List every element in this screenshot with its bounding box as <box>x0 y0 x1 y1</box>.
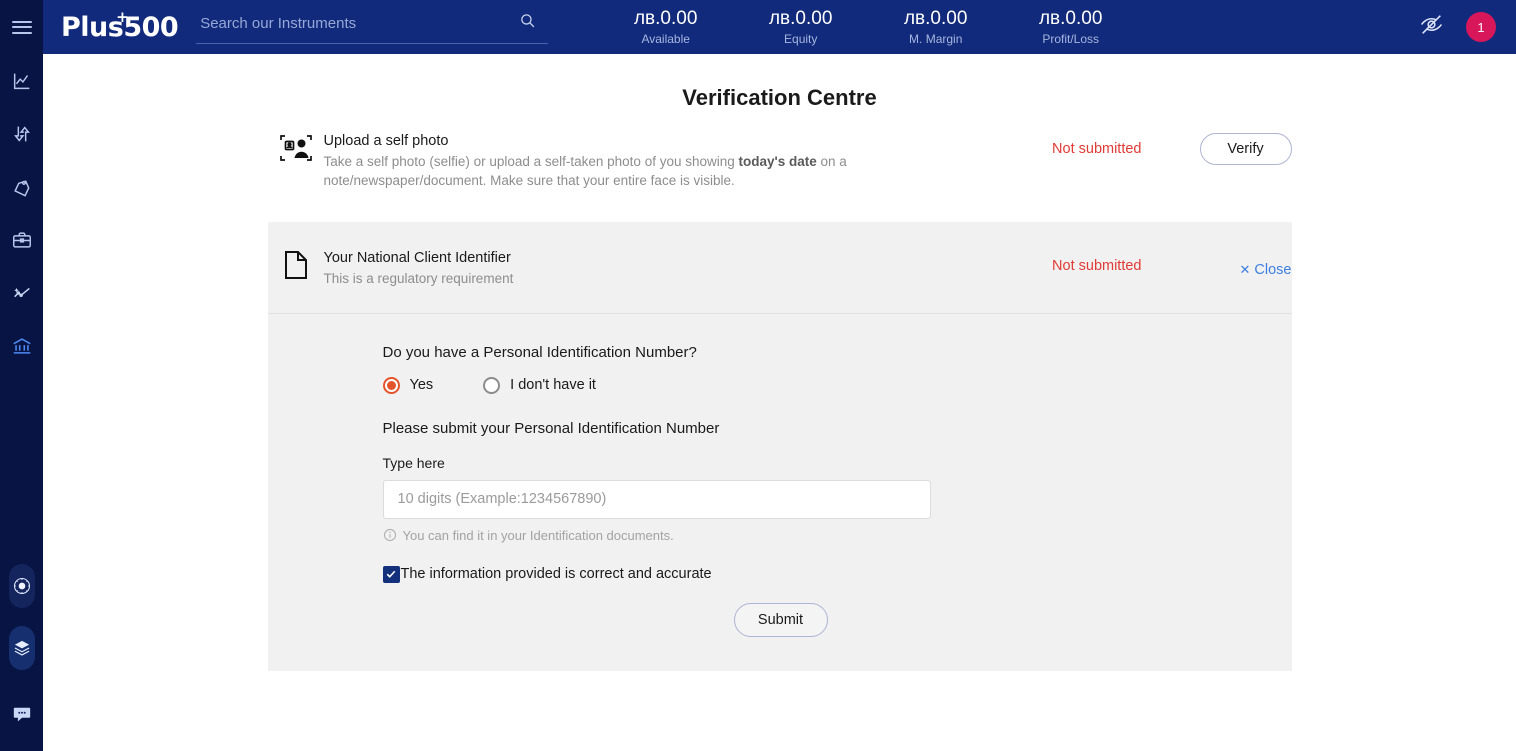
trade-arrows-icon <box>13 125 30 142</box>
consent-checkbox[interactable] <box>382 565 400 583</box>
brand-plus-glyph: + <box>116 7 129 26</box>
balance-maintenance-margin: лв.0.00 M. Margin <box>868 8 1003 47</box>
radio-indicator-yes[interactable] <box>382 376 400 394</box>
page-title: Verification Centre <box>682 85 877 110</box>
briefcase-icon <box>12 231 31 248</box>
selfie-row-description: Take a self photo (selfie) or upload a s… <box>324 153 869 190</box>
balance-equity: лв.0.00 Equity <box>733 8 868 47</box>
close-button[interactable]: ✕ Close <box>1240 250 1292 278</box>
insights-icon <box>13 287 30 297</box>
radio-indicator-no-pin[interactable] <box>483 376 501 394</box>
national-client-identifier-card: Your National Client Identifier This is … <box>267 222 1292 671</box>
pin-hint-row: You can find it in your Identification d… <box>383 528 1292 543</box>
sidebar-item-funds[interactable] <box>0 319 43 372</box>
radio-label-yes: Yes <box>409 377 434 393</box>
pin-field-label: Type here <box>382 454 445 471</box>
hamburger-bar <box>11 31 32 34</box>
selfie-status-badge: Not submitted <box>1052 141 1142 157</box>
chat-bubble-icon <box>13 707 30 721</box>
bank-icon <box>12 337 31 354</box>
header-right-controls: 1 <box>1419 12 1516 42</box>
search-icon[interactable] <box>519 12 536 34</box>
balance-value: лв.0.00 <box>903 7 968 29</box>
left-sidebar <box>0 0 43 751</box>
check-icon <box>386 570 396 578</box>
selfie-desc-emphasis: today's date <box>738 154 817 169</box>
sidebar-item-insights[interactable] <box>0 266 43 319</box>
selfie-id-icon <box>268 129 324 163</box>
sidebar-item-layers[interactable] <box>8 626 35 670</box>
balance-profit-loss: лв.0.00 Profit/Loss <box>1003 8 1138 47</box>
chart-line-icon <box>13 73 29 89</box>
nci-status-badge: Not submitted <box>1052 258 1142 274</box>
balance-label: M. Margin <box>909 31 963 46</box>
balance-available: лв.0.00 Available <box>598 8 733 47</box>
selfie-row-text: Upload a self photo Take a self photo (s… <box>324 129 992 190</box>
document-icon <box>268 246 324 280</box>
sidebar-item-chat[interactable] <box>0 688 43 741</box>
pin-question-label: Do you have a Personal Identification Nu… <box>382 343 697 361</box>
brand-logo[interactable]: Plus500 + <box>61 8 179 43</box>
sidebar-item-tag[interactable] <box>0 160 43 213</box>
notification-badge[interactable]: 1 <box>1466 12 1496 42</box>
selfie-row-title: Upload a self photo <box>323 133 449 149</box>
notification-count: 1 <box>1477 19 1485 35</box>
radio-option-yes[interactable]: Yes <box>382 376 434 394</box>
nci-card-header: Your National Client Identifier This is … <box>267 222 1292 314</box>
radio-label-no-pin: I don't have it <box>510 377 596 393</box>
verification-rows: Upload a self photo Take a self photo (s… <box>268 111 1292 196</box>
consent-row: The information provided is correct and … <box>382 565 1292 583</box>
verify-button[interactable]: Verify <box>1199 133 1292 165</box>
search-bar[interactable] <box>196 10 549 44</box>
sidebar-item-charts[interactable] <box>0 54 43 107</box>
nci-card-body: Do you have a Personal Identification Nu… <box>268 314 1292 671</box>
top-header: Plus500 + лв.0.00 Available лв.0.00 Equi… <box>43 0 1516 54</box>
pin-radio-group: Yes I don't have it <box>382 376 1292 394</box>
selfie-action-area: Verify <box>1142 129 1292 165</box>
nci-header-text: Your National Client Identifier This is … <box>324 246 992 289</box>
pin-submit-instruction: Please submit your Personal Identificati… <box>382 419 720 437</box>
info-circle-icon <box>383 528 396 542</box>
submit-button[interactable]: Submit <box>733 602 828 637</box>
sidebar-item-trade[interactable] <box>0 107 43 160</box>
balance-value: лв.0.00 <box>1038 7 1103 29</box>
layers-stack-icon <box>14 640 29 656</box>
balance-group: лв.0.00 Available лв.0.00 Equity лв.0.00… <box>598 8 1138 47</box>
nci-close-area: ✕ Close <box>1142 246 1292 278</box>
balance-value: лв.0.00 <box>768 7 833 29</box>
nci-title: Your National Client Identifier <box>323 250 511 266</box>
tag-icon <box>13 179 30 197</box>
balance-label: Available <box>641 31 690 46</box>
hamburger-bar <box>11 20 32 23</box>
main-content: Verification Centre Upload a self photo … <box>43 54 1516 751</box>
balance-label: Equity <box>784 31 818 46</box>
pin-input[interactable] <box>382 479 931 519</box>
hamburger-menu-button[interactable] <box>0 0 43 54</box>
sidebar-item-portfolio[interactable] <box>0 213 43 266</box>
submit-row: Submit <box>270 602 1292 637</box>
pin-hint-text: You can find it in your Identification d… <box>402 527 674 543</box>
hamburger-bar <box>11 26 32 28</box>
close-icon: ✕ <box>1239 262 1251 277</box>
brightness-dial-icon <box>13 577 30 595</box>
selfie-desc-part1: Take a self photo (selfie) or upload a s… <box>323 154 739 169</box>
consent-label: The information provided is correct and … <box>400 566 712 582</box>
verification-row-selfie: Upload a self photo Take a self photo (s… <box>268 111 1292 196</box>
radio-option-no-pin[interactable]: I don't have it <box>483 376 596 394</box>
balance-label: Profit/Loss <box>1042 31 1100 46</box>
sidebar-item-theme-brightness[interactable] <box>8 564 35 608</box>
close-label: Close <box>1254 262 1292 278</box>
nci-subtitle: This is a regulatory requirement <box>323 271 514 286</box>
search-input[interactable] <box>196 15 497 38</box>
balance-value: лв.0.00 <box>633 7 698 29</box>
eye-slash-icon[interactable] <box>1419 12 1444 42</box>
